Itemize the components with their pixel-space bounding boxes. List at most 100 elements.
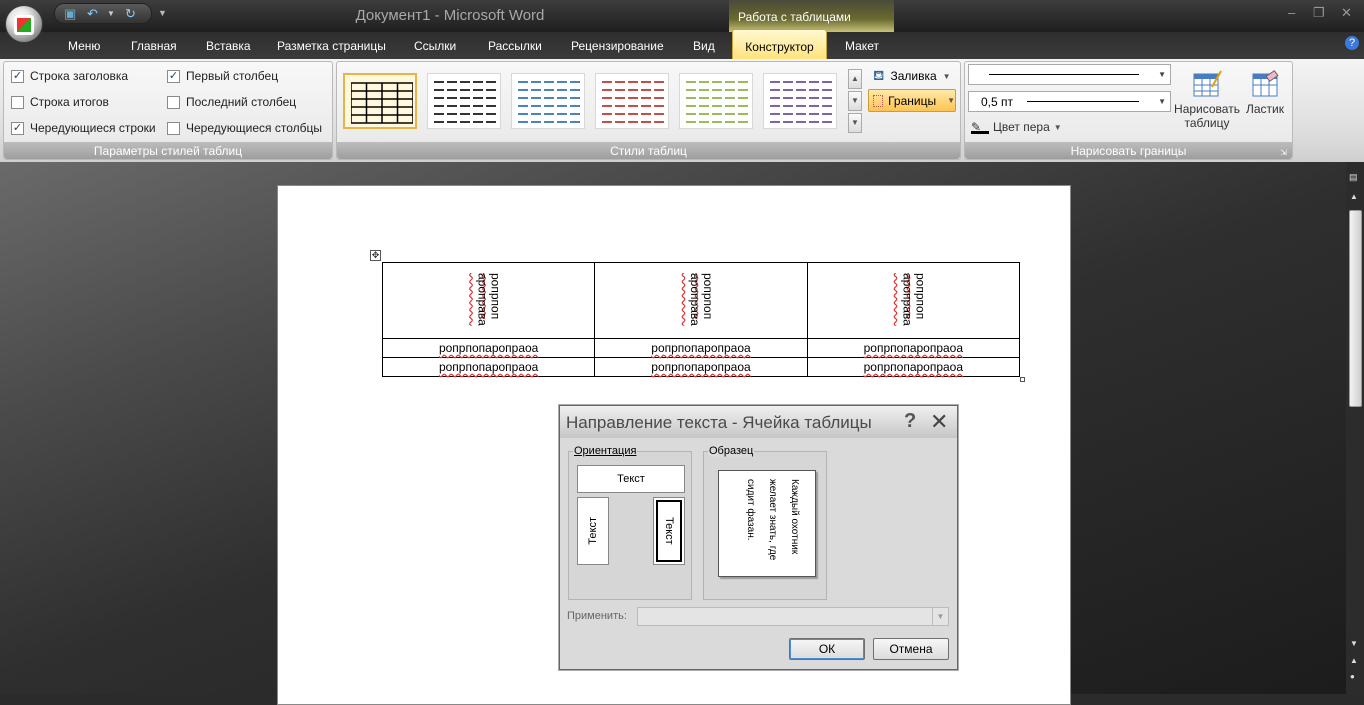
tab-menu[interactable]: Меню xyxy=(68,39,100,53)
table-cell[interactable]: ропрпопаропраоа xyxy=(381,338,596,358)
browse-object-icon[interactable]: ● xyxy=(1350,672,1355,681)
table-header-row: ропрпоп ароправа ропрпоп ароправа ропрпоп а… xyxy=(381,262,1021,339)
chevron-down-icon: ▼ xyxy=(1158,70,1166,79)
tab-design[interactable]: Конструктор xyxy=(732,29,827,60)
tab-references[interactable]: Ссылки xyxy=(414,39,456,53)
pen-icon: ✎ xyxy=(971,120,989,134)
orientation-option-text: Текст xyxy=(587,517,599,545)
borders-icon xyxy=(873,94,884,107)
office-button[interactable] xyxy=(5,5,43,43)
header-row-checkbox[interactable]: ✓ Строка заголовка xyxy=(11,69,128,83)
tab-review[interactable]: Рецензирование xyxy=(571,39,664,53)
group-label: Стили таблиц xyxy=(337,142,960,159)
table-cell[interactable]: ропрпоп ароправа xyxy=(381,262,596,339)
help-icon[interactable]: ? xyxy=(1345,36,1359,50)
tab-mailings[interactable]: Рассылки xyxy=(488,39,542,53)
gallery-up-button[interactable]: ▲ xyxy=(848,69,862,89)
eraser-icon xyxy=(1252,69,1279,97)
eraser-button[interactable]: Ластик xyxy=(1241,69,1289,116)
apply-to-label: Применить: xyxy=(567,610,627,622)
orientation-top-to-bottom-option[interactable]: Текст xyxy=(653,497,685,565)
table-row: ропрпопаропраоа ропрпопаропраоа ропрпопа… xyxy=(381,357,1021,377)
gallery-down-button[interactable]: ▼ xyxy=(848,91,862,111)
table-cell[interactable]: ропрпопаропраоа xyxy=(381,357,596,377)
table-style-thumbnail[interactable] xyxy=(595,73,669,129)
cell-text-line: ропрпоп xyxy=(700,272,715,319)
tab-page-layout[interactable]: Разметка страницы xyxy=(277,39,386,53)
table-cell[interactable]: ропрпоп ароправа xyxy=(806,262,1021,339)
orientation-bottom-to-top-option[interactable]: Текст xyxy=(577,497,609,565)
shading-button[interactable]: ⛾ Заливка ▼ xyxy=(870,66,954,86)
table-style-thumbnail[interactable] xyxy=(343,73,417,129)
orientation-group: Ориентация Текст Текст Текст xyxy=(568,445,692,600)
chevron-down-icon: ▼ xyxy=(947,96,955,105)
checkbox-unchecked-icon xyxy=(167,95,180,109)
apply-to-combo[interactable]: ▼ xyxy=(637,607,949,626)
table-style-thumbnail[interactable] xyxy=(679,73,753,129)
chevron-down-icon: ▼ xyxy=(932,608,948,625)
gallery-more-button[interactable]: ▼ xyxy=(848,113,862,133)
table-cell[interactable]: ропрпоп ароправа xyxy=(594,262,808,339)
ok-button[interactable]: ОК xyxy=(789,638,865,660)
ribbon-tabs: Меню Главная Вставка Разметка страницы С… xyxy=(0,32,1364,59)
cell-text-line: ароправа xyxy=(475,272,490,326)
first-column-label: Первый столбец xyxy=(186,69,279,83)
document-table[interactable]: ропрпоп ароправа ропрпоп ароправа ропрпоп а… xyxy=(381,262,1021,377)
minimize-button[interactable]: – xyxy=(1288,5,1295,20)
line-weight-sample xyxy=(1027,101,1140,102)
borders-button[interactable]: Границы ▼ xyxy=(868,89,956,112)
table-style-thumbnail[interactable] xyxy=(763,73,837,129)
cell-text: ропрпопаропраоа xyxy=(438,341,539,355)
prev-page-icon[interactable]: ▲ xyxy=(1350,656,1358,665)
table-resize-handle[interactable] xyxy=(1020,377,1025,382)
gallery-scroll: ▲ ▼ ▼ xyxy=(848,69,862,133)
cell-text: ропрпопаропраоа xyxy=(651,360,751,374)
scroll-down-icon[interactable]: ▼ xyxy=(1350,639,1358,648)
banded-columns-label: Чередующиеся столбцы xyxy=(186,121,322,135)
first-column-checkbox[interactable]: ✓ Первый столбец xyxy=(167,69,278,83)
table-style-thumbnail[interactable] xyxy=(511,73,585,129)
dialog-launcher-icon[interactable]: ⇲ xyxy=(1280,148,1287,157)
table-cell[interactable]: ропрпопаропраоа xyxy=(594,357,808,377)
pen-weight-combo[interactable]: 0,5 пт ▼ xyxy=(968,91,1171,112)
cell-text-line: ропрпоп xyxy=(488,272,503,319)
tab-home[interactable]: Главная xyxy=(131,39,177,53)
ruler-toggle-icon[interactable]: ▤ xyxy=(1349,172,1358,183)
restore-button[interactable]: ❐ xyxy=(1313,5,1325,21)
draw-table-button[interactable]: Нарисовать таблицу xyxy=(1172,69,1242,130)
line-style-sample xyxy=(989,74,1139,75)
total-row-label: Строка итогов xyxy=(30,95,109,109)
close-button[interactable]: ✕ xyxy=(1341,5,1352,21)
table-cell[interactable]: ропрпопаропраоа xyxy=(806,338,1021,358)
tab-insert[interactable]: Вставка xyxy=(206,39,251,53)
total-row-checkbox[interactable]: Строка итогов xyxy=(11,95,109,109)
pen-style-combo[interactable]: ▼ xyxy=(968,64,1171,85)
table-cell[interactable]: ропрпопаропраоа xyxy=(806,357,1021,377)
scrollbar-thumb[interactable] xyxy=(1349,210,1362,407)
banded-rows-checkbox[interactable]: ✓ Чередующиеся строки xyxy=(11,121,156,135)
orientation-horizontal-option[interactable]: Текст xyxy=(577,465,685,493)
pen-weight-value: 0,5 пт xyxy=(981,94,1014,109)
tab-view[interactable]: Вид xyxy=(693,39,715,53)
vertical-cell-text: ропрпоп ароправа xyxy=(475,272,503,326)
table-cell[interactable]: ропрпопаропраоа xyxy=(594,338,808,358)
dialog-close-button[interactable]: ✕ xyxy=(930,409,948,435)
checkbox-unchecked-icon xyxy=(11,95,24,109)
cell-text: ропрпопаропраоа xyxy=(863,341,964,355)
table-move-handle-icon[interactable]: ✥ xyxy=(370,250,381,261)
last-column-checkbox[interactable]: Последний столбец xyxy=(167,95,296,109)
sample-label: Образец xyxy=(708,445,755,457)
borders-label: Границы xyxy=(888,93,937,108)
chevron-down-icon: ▼ xyxy=(942,71,951,81)
cancel-button[interactable]: Отмена xyxy=(873,638,949,660)
tab-layout[interactable]: Макет xyxy=(845,39,879,53)
help-button[interactable]: ? xyxy=(904,410,916,433)
cell-text: ропрпопаропраоа xyxy=(438,360,539,374)
pen-color-button[interactable]: ✎ Цвет пера ▼ xyxy=(971,120,1062,134)
banded-columns-checkbox[interactable]: Чередующиеся столбцы xyxy=(167,121,322,135)
checkbox-checked-icon: ✓ xyxy=(11,69,24,83)
cell-text-line: ароправа xyxy=(687,272,702,326)
table-tools-title: Работа с таблицами xyxy=(729,0,894,32)
table-style-thumbnail[interactable] xyxy=(427,73,501,129)
scroll-up-icon[interactable]: ▲ xyxy=(1350,192,1358,201)
